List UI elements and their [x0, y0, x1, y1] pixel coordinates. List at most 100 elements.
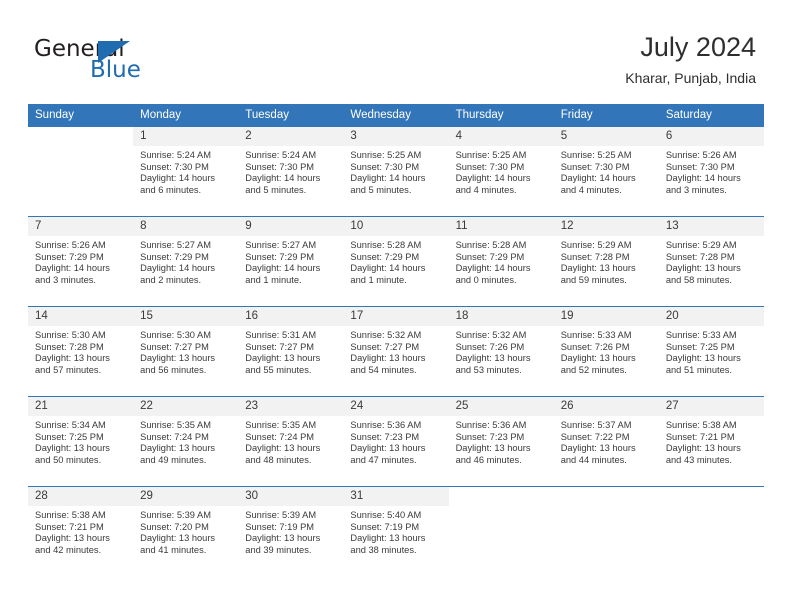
- daylight-text-line1: Daylight: 13 hours: [350, 353, 426, 364]
- calendar-week-row: 1 Sunrise: 5:24 AM Sunset: 7:30 PM Daylight…: [28, 126, 764, 217]
- calendar-day-cell[interactable]: 13 Sunrise: 5:29 AM Sunset: 7:28 PM Dayligh…: [658, 216, 764, 307]
- daylight-text-line2: and 51 minutes.: [665, 364, 732, 375]
- daylight-text-line2: and 4 minutes.: [560, 184, 622, 195]
- general-blue-logo[interactable]: General Blue: [34, 38, 214, 90]
- calendar-day-cell[interactable]: 12 Sunrise: 5:29 AM Sunset: 7:28 PM Dayligh…: [553, 216, 659, 307]
- weekday-header-thursday: Thursday: [448, 104, 554, 127]
- calendar-day-cell[interactable]: 6 Sunrise: 5:26 AM Sunset: 7:30 PM Daylight…: [658, 126, 764, 217]
- sunset-text: Sunset: 7:26 PM: [560, 341, 630, 352]
- calendar-day-cell[interactable]: 29 Sunrise: 5:39 AM Sunset: 7:20 PM Dayligh…: [133, 486, 239, 576]
- weekday-header-friday: Friday: [553, 104, 659, 127]
- sunset-text: Sunset: 7:28 PM: [35, 341, 104, 352]
- day-details: Sunrise: 5:35 AM Sunset: 7:24 PM Daylight:…: [133, 416, 238, 466]
- sunrise-text: Sunrise: 5:35 AM: [245, 420, 317, 430]
- sunset-text: Sunset: 7:23 PM: [350, 431, 420, 442]
- calendar-day-cell[interactable]: 14 Sunrise: 5:30 AM Sunset: 7:28 PM Dayligh…: [28, 306, 134, 397]
- sunset-text: Sunset: 7:29 PM: [35, 251, 104, 262]
- sunrise-text: Sunrise: 5:37 AM: [560, 420, 632, 430]
- calendar-day-cell[interactable]: 3 Sunrise: 5:25 AM Sunset: 7:30 PM Daylight…: [343, 126, 449, 217]
- daylight-text-line2: and 46 minutes.: [455, 454, 522, 465]
- calendar-day-cell[interactable]: 8 Sunrise: 5:27 AM Sunset: 7:29 PM Daylight…: [133, 216, 239, 307]
- day-details: Sunrise: 5:28 AM Sunset: 7:29 PM Daylight:…: [449, 236, 554, 286]
- day-number: 5: [553, 127, 659, 146]
- calendar-day-cell[interactable]: 7 Sunrise: 5:26 AM Sunset: 7:29 PM Daylight…: [28, 216, 134, 307]
- sunset-text: Sunset: 7:28 PM: [665, 251, 735, 262]
- daylight-text-line2: and 42 minutes.: [35, 544, 102, 555]
- day-details: Sunrise: 5:30 AM Sunset: 7:27 PM Daylight:…: [133, 326, 238, 376]
- calendar-day-cell[interactable]: 1 Sunrise: 5:24 AM Sunset: 7:30 PM Daylight…: [133, 126, 239, 217]
- calendar-day-cell[interactable]: 20 Sunrise: 5:33 AM Sunset: 7:25 PM Dayligh…: [658, 306, 764, 397]
- day-number: [28, 127, 133, 146]
- daylight-text-line2: and 1 minute.: [350, 274, 407, 285]
- calendar-day-cell[interactable]: 27 Sunrise: 5:38 AM Sunset: 7:21 PM Dayligh…: [658, 396, 764, 487]
- daylight-text-line1: Daylight: 13 hours: [560, 353, 636, 364]
- sunrise-text: Sunrise: 5:36 AM: [350, 420, 422, 430]
- calendar-day-cell[interactable]: 11 Sunrise: 5:28 AM Sunset: 7:29 PM Dayligh…: [448, 216, 554, 307]
- daylight-text-line2: and 52 minutes.: [560, 364, 627, 375]
- sunset-text: Sunset: 7:23 PM: [455, 431, 525, 442]
- sunrise-text: Sunrise: 5:27 AM: [140, 240, 211, 250]
- calendar-day-cell[interactable]: 31 Sunrise: 5:40 AM Sunset: 7:19 PM Dayligh…: [343, 486, 449, 576]
- daylight-text-line2: and 6 minutes.: [140, 184, 202, 195]
- calendar-day-cell[interactable]: 18 Sunrise: 5:32 AM Sunset: 7:26 PM Dayligh…: [448, 306, 554, 397]
- day-number: 3: [343, 127, 449, 146]
- day-number: [554, 487, 659, 506]
- calendar-empty-cell: [448, 486, 554, 576]
- calendar-day-cell[interactable]: 21 Sunrise: 5:34 AM Sunset: 7:25 PM Dayligh…: [28, 396, 134, 487]
- sunset-text: Sunset: 7:30 PM: [560, 161, 630, 172]
- sunrise-text: Sunrise: 5:29 AM: [665, 240, 737, 250]
- day-number: 31: [343, 487, 449, 506]
- sunset-text: Sunset: 7:29 PM: [140, 251, 209, 262]
- daylight-text-line2: and 39 minutes.: [245, 544, 312, 555]
- sunrise-text: Sunrise: 5:31 AM: [245, 330, 317, 340]
- day-number: 21: [28, 397, 134, 416]
- daylight-text-line1: Daylight: 14 hours: [455, 263, 531, 274]
- calendar-day-cell[interactable]: 5 Sunrise: 5:25 AM Sunset: 7:30 PM Daylight…: [553, 126, 659, 217]
- sunset-text: Sunset: 7:20 PM: [140, 521, 209, 532]
- calendar-empty-cell: [553, 486, 659, 576]
- calendar-day-cell[interactable]: 10 Sunrise: 5:28 AM Sunset: 7:29 PM Dayligh…: [343, 216, 449, 307]
- sunrise-text: Sunrise: 5:34 AM: [35, 420, 106, 430]
- sunrise-text: Sunrise: 5:28 AM: [455, 240, 527, 250]
- calendar-day-cell[interactable]: 19 Sunrise: 5:33 AM Sunset: 7:26 PM Dayligh…: [553, 306, 659, 397]
- title-block: July 2024 Kharar, Punjab, India: [625, 31, 756, 87]
- calendar-day-cell[interactable]: 23 Sunrise: 5:35 AM Sunset: 7:24 PM Dayligh…: [238, 396, 344, 487]
- daylight-text-line2: and 49 minutes.: [140, 454, 207, 465]
- page-title: July 2024: [640, 32, 756, 62]
- calendar-day-cell[interactable]: 4 Sunrise: 5:25 AM Sunset: 7:30 PM Daylight…: [448, 126, 554, 217]
- calendar-day-cell[interactable]: 26 Sunrise: 5:37 AM Sunset: 7:22 PM Dayligh…: [553, 396, 659, 487]
- day-details: Sunrise: 5:40 AM Sunset: 7:19 PM Daylight:…: [343, 506, 448, 556]
- calendar-day-cell[interactable]: 24 Sunrise: 5:36 AM Sunset: 7:23 PM Dayligh…: [343, 396, 449, 487]
- day-number: 11: [448, 217, 554, 236]
- calendar-body: 1 Sunrise: 5:24 AM Sunset: 7:30 PM Daylight…: [28, 126, 764, 576]
- calendar-day-cell[interactable]: 30 Sunrise: 5:39 AM Sunset: 7:19 PM Dayligh…: [238, 486, 344, 576]
- calendar-day-cell[interactable]: 28 Sunrise: 5:38 AM Sunset: 7:21 PM Dayligh…: [28, 486, 134, 576]
- calendar-day-cell[interactable]: 22 Sunrise: 5:35 AM Sunset: 7:24 PM Dayligh…: [133, 396, 239, 487]
- sunrise-text: Sunrise: 5:32 AM: [350, 330, 422, 340]
- calendar-empty-cell: [658, 486, 764, 576]
- day-number: 4: [448, 127, 554, 146]
- daylight-text-line2: and 57 minutes.: [35, 364, 102, 375]
- sunrise-text: Sunrise: 5:25 AM: [455, 150, 527, 160]
- day-details: Sunrise: 5:35 AM Sunset: 7:24 PM Daylight:…: [238, 416, 343, 466]
- calendar-day-cell[interactable]: 17 Sunrise: 5:32 AM Sunset: 7:27 PM Dayligh…: [343, 306, 449, 397]
- calendar-day-cell[interactable]: 25 Sunrise: 5:36 AM Sunset: 7:23 PM Dayligh…: [448, 396, 554, 487]
- calendar-day-cell[interactable]: 15 Sunrise: 5:30 AM Sunset: 7:27 PM Dayligh…: [133, 306, 239, 397]
- sunrise-text: Sunrise: 5:30 AM: [35, 330, 106, 340]
- day-number: 14: [28, 307, 134, 326]
- day-details: Sunrise: 5:33 AM Sunset: 7:25 PM Daylight:…: [659, 326, 764, 376]
- daylight-text-line2: and 3 minutes.: [665, 184, 727, 195]
- daylight-text-line1: Daylight: 14 hours: [140, 173, 216, 184]
- daylight-text-line2: and 54 minutes.: [350, 364, 417, 375]
- calendar-day-cell[interactable]: 2 Sunrise: 5:24 AM Sunset: 7:30 PM Daylight…: [238, 126, 344, 217]
- daylight-text-line1: Daylight: 13 hours: [665, 353, 741, 364]
- day-details: Sunrise: 5:32 AM Sunset: 7:26 PM Daylight:…: [449, 326, 554, 376]
- sunrise-text: Sunrise: 5:33 AM: [665, 330, 737, 340]
- calendar-day-cell[interactable]: 9 Sunrise: 5:27 AM Sunset: 7:29 PM Daylight…: [238, 216, 344, 307]
- sunset-text: Sunset: 7:21 PM: [35, 521, 104, 532]
- calendar-day-cell[interactable]: 16 Sunrise: 5:31 AM Sunset: 7:27 PM Dayligh…: [238, 306, 344, 397]
- calendar-head: Sunday Monday Tuesday Wednesday Thursday…: [28, 104, 764, 127]
- calendar-empty-cell: [28, 126, 134, 217]
- daylight-text-line1: Daylight: 13 hours: [455, 443, 531, 454]
- daylight-text-line2: and 47 minutes.: [350, 454, 417, 465]
